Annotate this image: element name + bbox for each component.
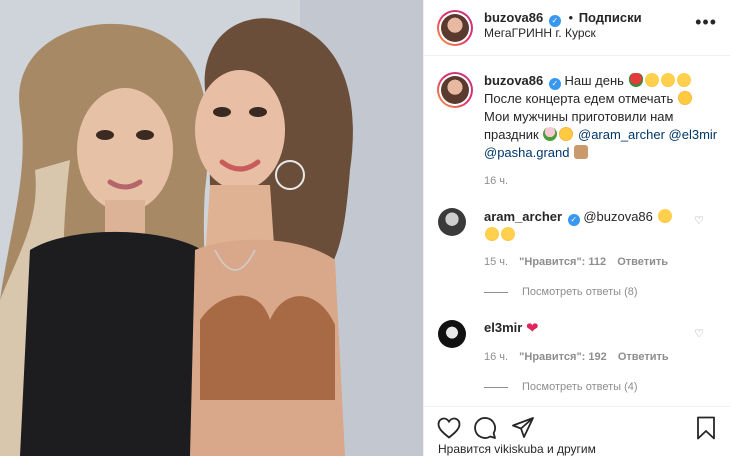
smile-emoji-icon — [660, 73, 675, 87]
comment-bubble-icon[interactable] — [472, 415, 498, 441]
mention-pasha-grand[interactable]: @pasha.grand — [484, 145, 569, 160]
comment-username[interactable]: el3mir — [484, 320, 522, 335]
author-username[interactable]: buzova86 — [484, 10, 543, 25]
comment-likes[interactable]: "Нравится": 112 — [519, 256, 606, 268]
red-heart-emoji-icon: ❤ — [525, 320, 539, 337]
party-face-emoji-icon — [677, 91, 692, 105]
commenter-avatar[interactable] — [438, 208, 466, 236]
caption-text-1: Наш день — [564, 73, 624, 88]
header-separator: • — [568, 10, 574, 25]
post-header: buzova86 ✓ • Подписки МегаГРИНН г. Курск… — [424, 0, 730, 56]
caption-username[interactable]: buzova86 — [484, 73, 543, 88]
post-panel: buzova86 ✓ • Подписки МегаГРИНН г. Курск… — [423, 0, 730, 456]
ellipsis-icon[interactable]: ••• — [695, 12, 717, 33]
like-heart-icon[interactable] — [436, 415, 462, 441]
commenter-avatar[interactable] — [438, 320, 466, 348]
kiss-emoji-icon — [501, 227, 515, 241]
view-replies-button[interactable]: Посмотреть ответы (8) — [484, 286, 638, 298]
smile-emoji-icon — [644, 73, 659, 87]
view-replies-label: Посмотреть ответы (8) — [522, 286, 638, 298]
caption-avatar[interactable] — [437, 72, 473, 108]
divider-line — [484, 386, 508, 388]
rose-emoji-icon — [628, 73, 643, 87]
comment-mention[interactable]: @buzova86 — [583, 209, 653, 224]
comment-username[interactable]: aram_archer — [484, 209, 562, 224]
author-avatar[interactable] — [437, 10, 473, 46]
post-location[interactable]: МегаГРИНН г. Курск — [484, 26, 596, 40]
comment-time[interactable]: 15 ч. — [484, 256, 508, 268]
smile-emoji-icon — [676, 73, 691, 87]
view-replies-label: Посмотреть ответы (4) — [522, 381, 638, 393]
comment-item: el3mir ❤ — [484, 319, 704, 338]
verified-badge-icon: ✓ — [567, 214, 580, 226]
reply-button[interactable]: Ответить — [618, 351, 669, 363]
post-photo[interactable] — [0, 0, 423, 456]
kiss-emoji-icon — [485, 227, 499, 241]
verified-badge-icon: ✓ — [548, 78, 561, 90]
header-user: buzova86 ✓ • Подписки — [484, 10, 642, 27]
mention-el3mir[interactable]: @el3mir — [669, 127, 718, 142]
share-plane-icon[interactable] — [510, 415, 536, 441]
photo-illustration — [0, 0, 423, 456]
comment-time[interactable]: 16 ч. — [484, 351, 508, 363]
bouquet-emoji-icon — [543, 127, 558, 141]
likes-summary[interactable]: Нравится vikiskuba и другим — [438, 442, 596, 456]
caption-text-2: После концерта едем отмечать — [484, 91, 674, 106]
view-replies-button[interactable]: Посмотреть ответы (4) — [484, 381, 638, 393]
comment-like-icon[interactable]: ♡ — [694, 327, 704, 340]
mention-aram-archer[interactable]: @aram_archer — [578, 127, 665, 142]
comment-likes[interactable]: "Нравится": 192 — [519, 351, 607, 363]
comment-item: aram_archer ✓ @buzova86 — [484, 208, 704, 244]
comment-meta: 15 ч. "Нравится": 112 Ответить — [484, 256, 676, 268]
caption-time[interactable]: 16 ч. — [484, 175, 508, 187]
bookmark-icon[interactable] — [693, 415, 719, 441]
comment-meta: 16 ч. "Нравится": 192 Ответить — [484, 351, 677, 363]
following-button[interactable]: Подписки — [579, 10, 642, 25]
divider-line — [484, 291, 508, 293]
reply-button[interactable]: Ответить — [617, 256, 668, 268]
comment-like-icon[interactable]: ♡ — [694, 214, 704, 227]
love-face-emoji-icon — [559, 127, 574, 141]
post-caption: buzova86 ✓ Наш день После концерта едем … — [484, 72, 720, 162]
dancers-emoji-icon — [574, 145, 589, 159]
grin-emoji-icon — [657, 209, 672, 223]
